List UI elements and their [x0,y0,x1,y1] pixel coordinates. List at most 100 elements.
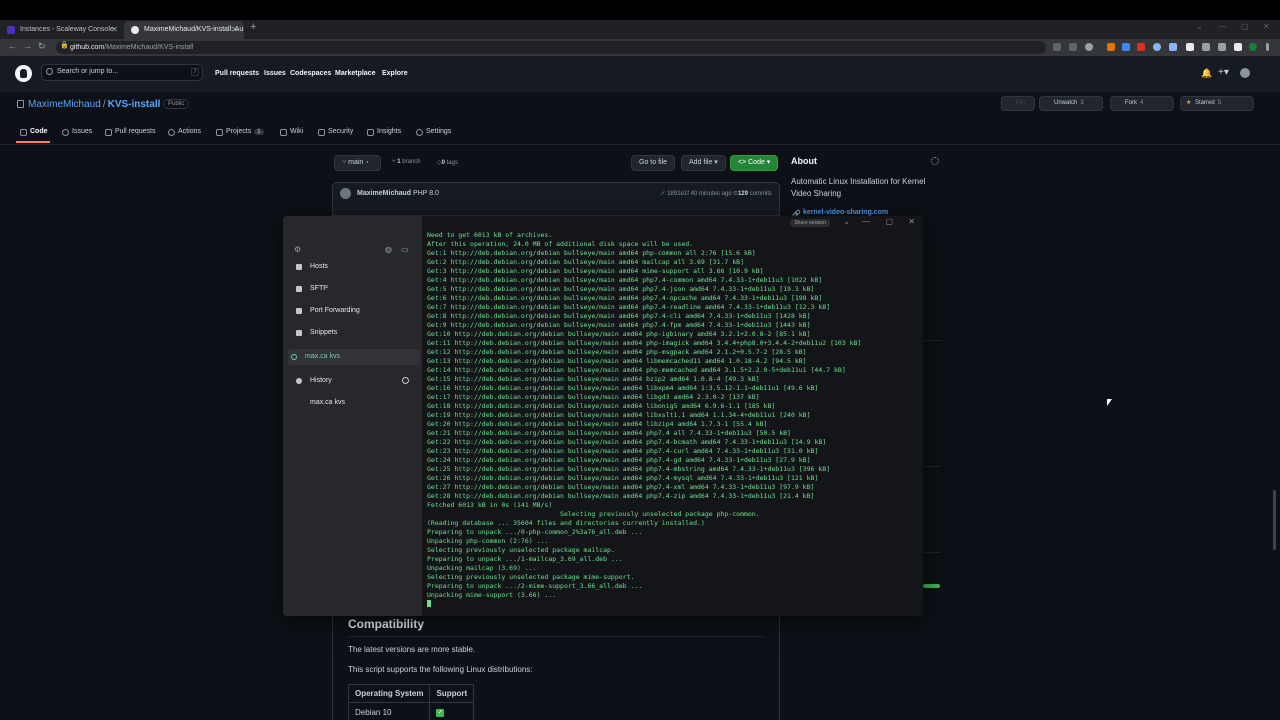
commit-hash[interactable]: 1891e1f [667,191,689,197]
share-session-button[interactable]: Share session [790,219,830,227]
terminal-line: Get:17 http://deb.debian.org/debian bull… [427,393,760,401]
puzzle-icon[interactable] [1202,43,1210,51]
new-tab-button[interactable]: + [250,21,256,33]
sidebar-item-label: Port Forwarding [310,307,360,314]
starred-label: Starred [1195,100,1215,106]
tab-code[interactable]: Code [20,128,48,136]
website-link[interactable]: kernel-video-sharing.com [803,209,888,216]
branches-label: branch [402,159,421,165]
profile-avatar[interactable] [1249,43,1257,51]
tab-label: Pull requests [115,128,156,135]
branch-select[interactable]: ⑂ main ▾ [334,155,381,171]
tab-projects[interactable]: Projects 1 [216,128,264,136]
commits-count[interactable]: 129 [738,191,748,197]
maximize-icon[interactable]: ▢ [885,217,893,226]
close-icon[interactable]: ✕ [908,217,915,226]
nav-explore[interactable]: Explore [382,70,408,77]
terminal-line: Get:1 http://deb.debian.org/debian bulls… [427,249,756,257]
sidebar-item-port-forwarding[interactable]: Port Forwarding [293,303,417,319]
extension-icon[interactable] [1122,43,1130,51]
sidebar-item-session-active[interactable]: max.ca kvs [288,349,420,365]
nav-pull-requests[interactable]: Pull requests [215,70,259,77]
sidebar-item-hosts[interactable]: Hosts [293,259,417,275]
sidebar-item-history[interactable]: History [293,373,417,389]
tab-issues[interactable]: Issues [62,128,92,136]
extension-icon[interactable] [1186,43,1194,51]
menu-icon[interactable] [1266,43,1269,51]
commit-message[interactable]: PHP 8.0 [413,190,439,197]
nav-issues[interactable]: Issues [264,70,286,77]
extension-icon[interactable] [1137,43,1145,51]
add-file-label: Add file [689,159,713,166]
extension-icon[interactable] [1153,43,1161,51]
search-shortcut: / [191,68,199,76]
reading-list-icon[interactable] [1218,43,1226,51]
scrollbar[interactable] [1273,490,1276,550]
code-button[interactable]: <> Code ▾ [730,155,779,171]
starred-button[interactable]: ★ Starred 5 [1180,96,1254,111]
tags-link[interactable]: ◇0 tags [437,159,458,166]
sidebar-item-label: History [310,377,332,384]
tab-pull-requests[interactable]: Pull requests [105,128,156,136]
go-to-file-button[interactable]: Go to file [631,155,676,171]
repo-name-link[interactable]: KVS-install [108,99,161,110]
close-window-icon[interactable]: ✕ [1263,22,1270,31]
plus-icon[interactable]: +▾ [1218,67,1229,78]
tab-label: Actions [178,128,201,135]
minimize-icon[interactable]: ⌄ [843,217,850,226]
history-icon [296,378,302,384]
history-entry[interactable]: max.ca kvs [293,395,417,411]
settings-icon[interactable]: ⚙ [294,245,301,254]
sidebar-item-label: Snippets [310,329,338,336]
notification-icon[interactable]: ◍ [385,245,392,254]
back-icon[interactable]: ← [8,41,17,51]
tab-insights[interactable]: Insights [367,128,401,136]
sidepanel-icon[interactable] [1234,43,1242,51]
sidebar-item-label: Hosts [310,263,328,270]
sidebar-item-sftp[interactable]: SFTP [293,281,417,297]
commit-avatar[interactable] [340,188,351,199]
search-input[interactable]: Search or jump to... / [41,64,203,81]
close-tab-icon[interactable]: ✕ [231,21,238,39]
nav-codespaces[interactable]: Codespaces [290,70,331,77]
star-icon[interactable] [1085,43,1093,51]
tab-search-icon[interactable]: ⌄ [1196,22,1203,31]
branches-link[interactable]: ⑂ 1 branch [392,159,421,165]
browser-tab-scaleway[interactable]: Instances - Scaleway Console ✕ [0,21,124,39]
share-icon[interactable] [1069,43,1077,51]
gear-icon[interactable] [931,157,939,165]
minimize-window-icon[interactable]: — [862,217,870,226]
fork-button[interactable]: Fork 4 [1110,96,1174,111]
sidebar-item-label: max.ca kvs [305,353,341,360]
repo-owner-link[interactable]: MaximeMichaud [28,99,101,110]
window-icon[interactable]: ▭ [401,245,409,254]
pin-button[interactable]: Pin [1001,96,1035,111]
terminal-line: Get:18 http://deb.debian.org/debian bull… [427,402,776,410]
avatar[interactable] [1240,68,1250,78]
nav-marketplace[interactable]: Marketplace [335,70,375,77]
reload-icon[interactable]: ↻ [38,41,46,52]
github-logo-icon[interactable] [15,65,32,82]
add-file-button[interactable]: Add file ▾ [681,155,726,171]
minimize-icon[interactable]: — [1219,22,1227,31]
tab-settings[interactable]: Settings [416,128,451,136]
forward-icon[interactable]: → [23,41,32,51]
close-tab-icon[interactable]: ✕ [111,21,118,39]
tab-actions[interactable]: Actions [168,128,201,136]
commit-author[interactable]: MaximeMichaud [357,190,411,197]
tab-wiki[interactable]: Wiki [280,128,303,136]
terminal[interactable]: Share session ⌄ — ▢ ✕ Need to get 6013 k… [422,216,923,616]
browser-tab-github[interactable]: MaximeMichaud/KVS-install: Au ✕ [124,21,244,39]
branches-count: 1 [397,159,401,165]
address-bar[interactable]: 🔒 github.com/MaximeMichaud/KVS-install [56,41,1046,54]
bell-icon[interactable]: 🔔 [1201,68,1212,79]
tags-count: 0 [441,160,445,166]
search-icon[interactable] [402,377,409,384]
extension-icon[interactable] [1107,43,1115,51]
tab-security[interactable]: Security [318,128,353,136]
sidebar-item-snippets[interactable]: Snippets [293,325,417,341]
extension-icon[interactable] [1169,43,1177,51]
translate-icon[interactable] [1053,43,1061,51]
unwatch-button[interactable]: Unwatch 3 [1039,96,1103,111]
maximize-icon[interactable]: ▢ [1241,22,1249,31]
